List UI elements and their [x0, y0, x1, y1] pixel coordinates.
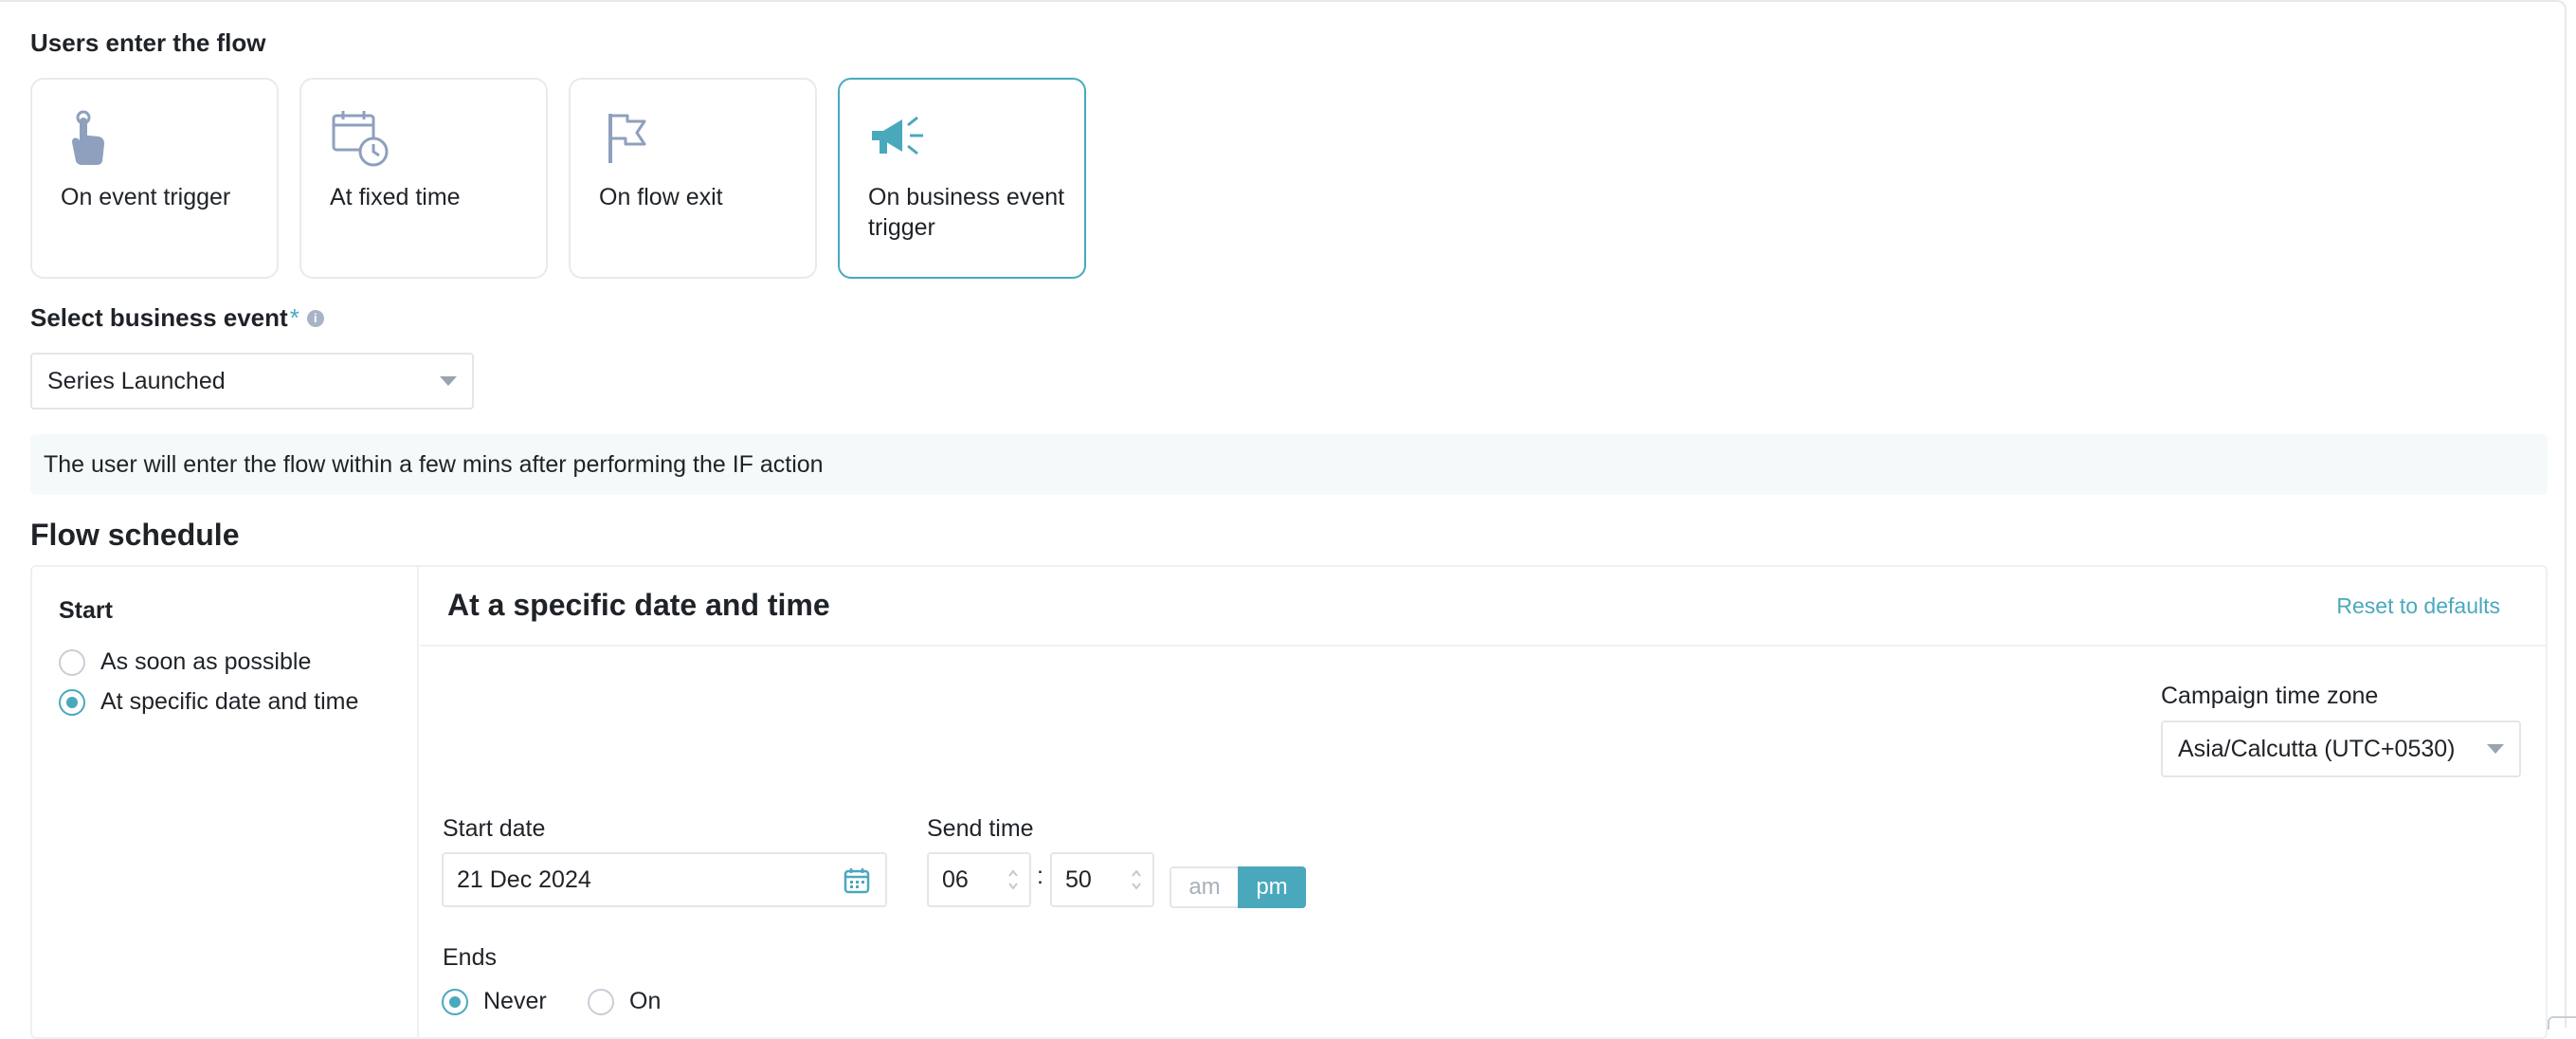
info-note: The user will enter the flow within a fe…	[30, 434, 2548, 495]
schedule-panel: Start As soon as possible At specific da…	[30, 565, 2548, 1039]
start-date-label: Start date	[443, 815, 546, 842]
minute-value: 50	[1065, 866, 1092, 893]
start-options-column: Start As soon as possible At specific da…	[32, 567, 419, 1037]
radio-ends-on[interactable]	[588, 988, 614, 1015]
card-on-business-event-trigger[interactable]: On business event trigger	[838, 78, 1086, 279]
timezone-select[interactable]: Asia/Calcutta (UTC+0530)	[2161, 720, 2521, 777]
start-option-specific[interactable]: At specific date and time	[59, 688, 358, 716]
business-event-label-text: Select business event	[30, 303, 288, 332]
flow-schedule-title: Flow schedule	[30, 518, 240, 552]
stepper-icon[interactable]	[1007, 866, 1020, 894]
chevron-down-icon	[2487, 744, 2504, 754]
stepper-icon[interactable]	[1130, 866, 1143, 894]
am-pm-toggle: am pm	[1170, 866, 1306, 908]
pm-button[interactable]: pm	[1238, 866, 1306, 908]
business-event-select[interactable]: Series Launched	[30, 353, 474, 410]
hand-tap-icon	[72, 110, 104, 165]
megaphone-icon	[872, 116, 923, 155]
radio-specific-date[interactable]	[59, 688, 85, 716]
ends-label: Ends	[443, 944, 497, 971]
start-option-label: As soon as possible	[100, 648, 312, 675]
flag-icon	[608, 114, 646, 163]
card-label: On business event trigger	[868, 184, 1065, 241]
card-on-flow-exit[interactable]: On flow exit	[569, 78, 817, 279]
radio-ends-never[interactable]	[442, 988, 468, 1015]
start-option-label: At specific date and time	[100, 688, 359, 715]
card-on-event-trigger[interactable]: On event trigger	[30, 78, 279, 279]
entry-section-label: Users enter the flow	[30, 28, 266, 57]
radio-asap[interactable]	[59, 648, 85, 676]
ends-option-label: Never	[483, 988, 547, 1014]
ends-option-label: On	[629, 988, 662, 1014]
info-note-text: The user will enter the flow within a fe…	[44, 450, 824, 478]
info-icon[interactable]: i	[306, 309, 324, 327]
start-title: Start	[59, 597, 113, 624]
hour-value: 06	[942, 866, 969, 893]
business-event-value: Series Launched	[47, 367, 226, 394]
ends-option-never[interactable]: Never	[442, 988, 547, 1015]
start-date-input[interactable]: 21 Dec 2024	[442, 852, 887, 907]
send-time-label: Send time	[927, 815, 1034, 842]
chevron-down-icon	[440, 376, 457, 386]
timezone-value: Asia/Calcutta (UTC+0530)	[2178, 735, 2456, 762]
am-button[interactable]: am	[1170, 866, 1238, 908]
schedule-panel-title: At a specific date and time	[447, 588, 830, 622]
card-label: On flow exit	[599, 184, 723, 210]
time-separator: :	[1037, 863, 1043, 889]
business-event-label: Select business event * i	[30, 303, 324, 333]
card-label: At fixed time	[330, 184, 461, 210]
reset-to-defaults-link[interactable]: Reset to defaults	[2336, 593, 2500, 619]
schedule-panel-header: At a specific date and time Reset to def…	[421, 567, 2546, 647]
start-option-asap[interactable]: As soon as possible	[59, 648, 311, 676]
hour-input[interactable]: 06	[927, 852, 1031, 907]
required-mark: *	[289, 303, 299, 332]
minute-input[interactable]: 50	[1050, 852, 1154, 907]
calendar-icon[interactable]	[844, 867, 870, 894]
ends-option-on[interactable]: On	[588, 988, 661, 1015]
card-label: On event trigger	[61, 184, 231, 210]
start-date-value: 21 Dec 2024	[457, 866, 591, 893]
timezone-label: Campaign time zone	[2161, 683, 2379, 709]
calendar-clock-icon	[332, 111, 389, 167]
card-at-fixed-time[interactable]: At fixed time	[299, 78, 548, 279]
